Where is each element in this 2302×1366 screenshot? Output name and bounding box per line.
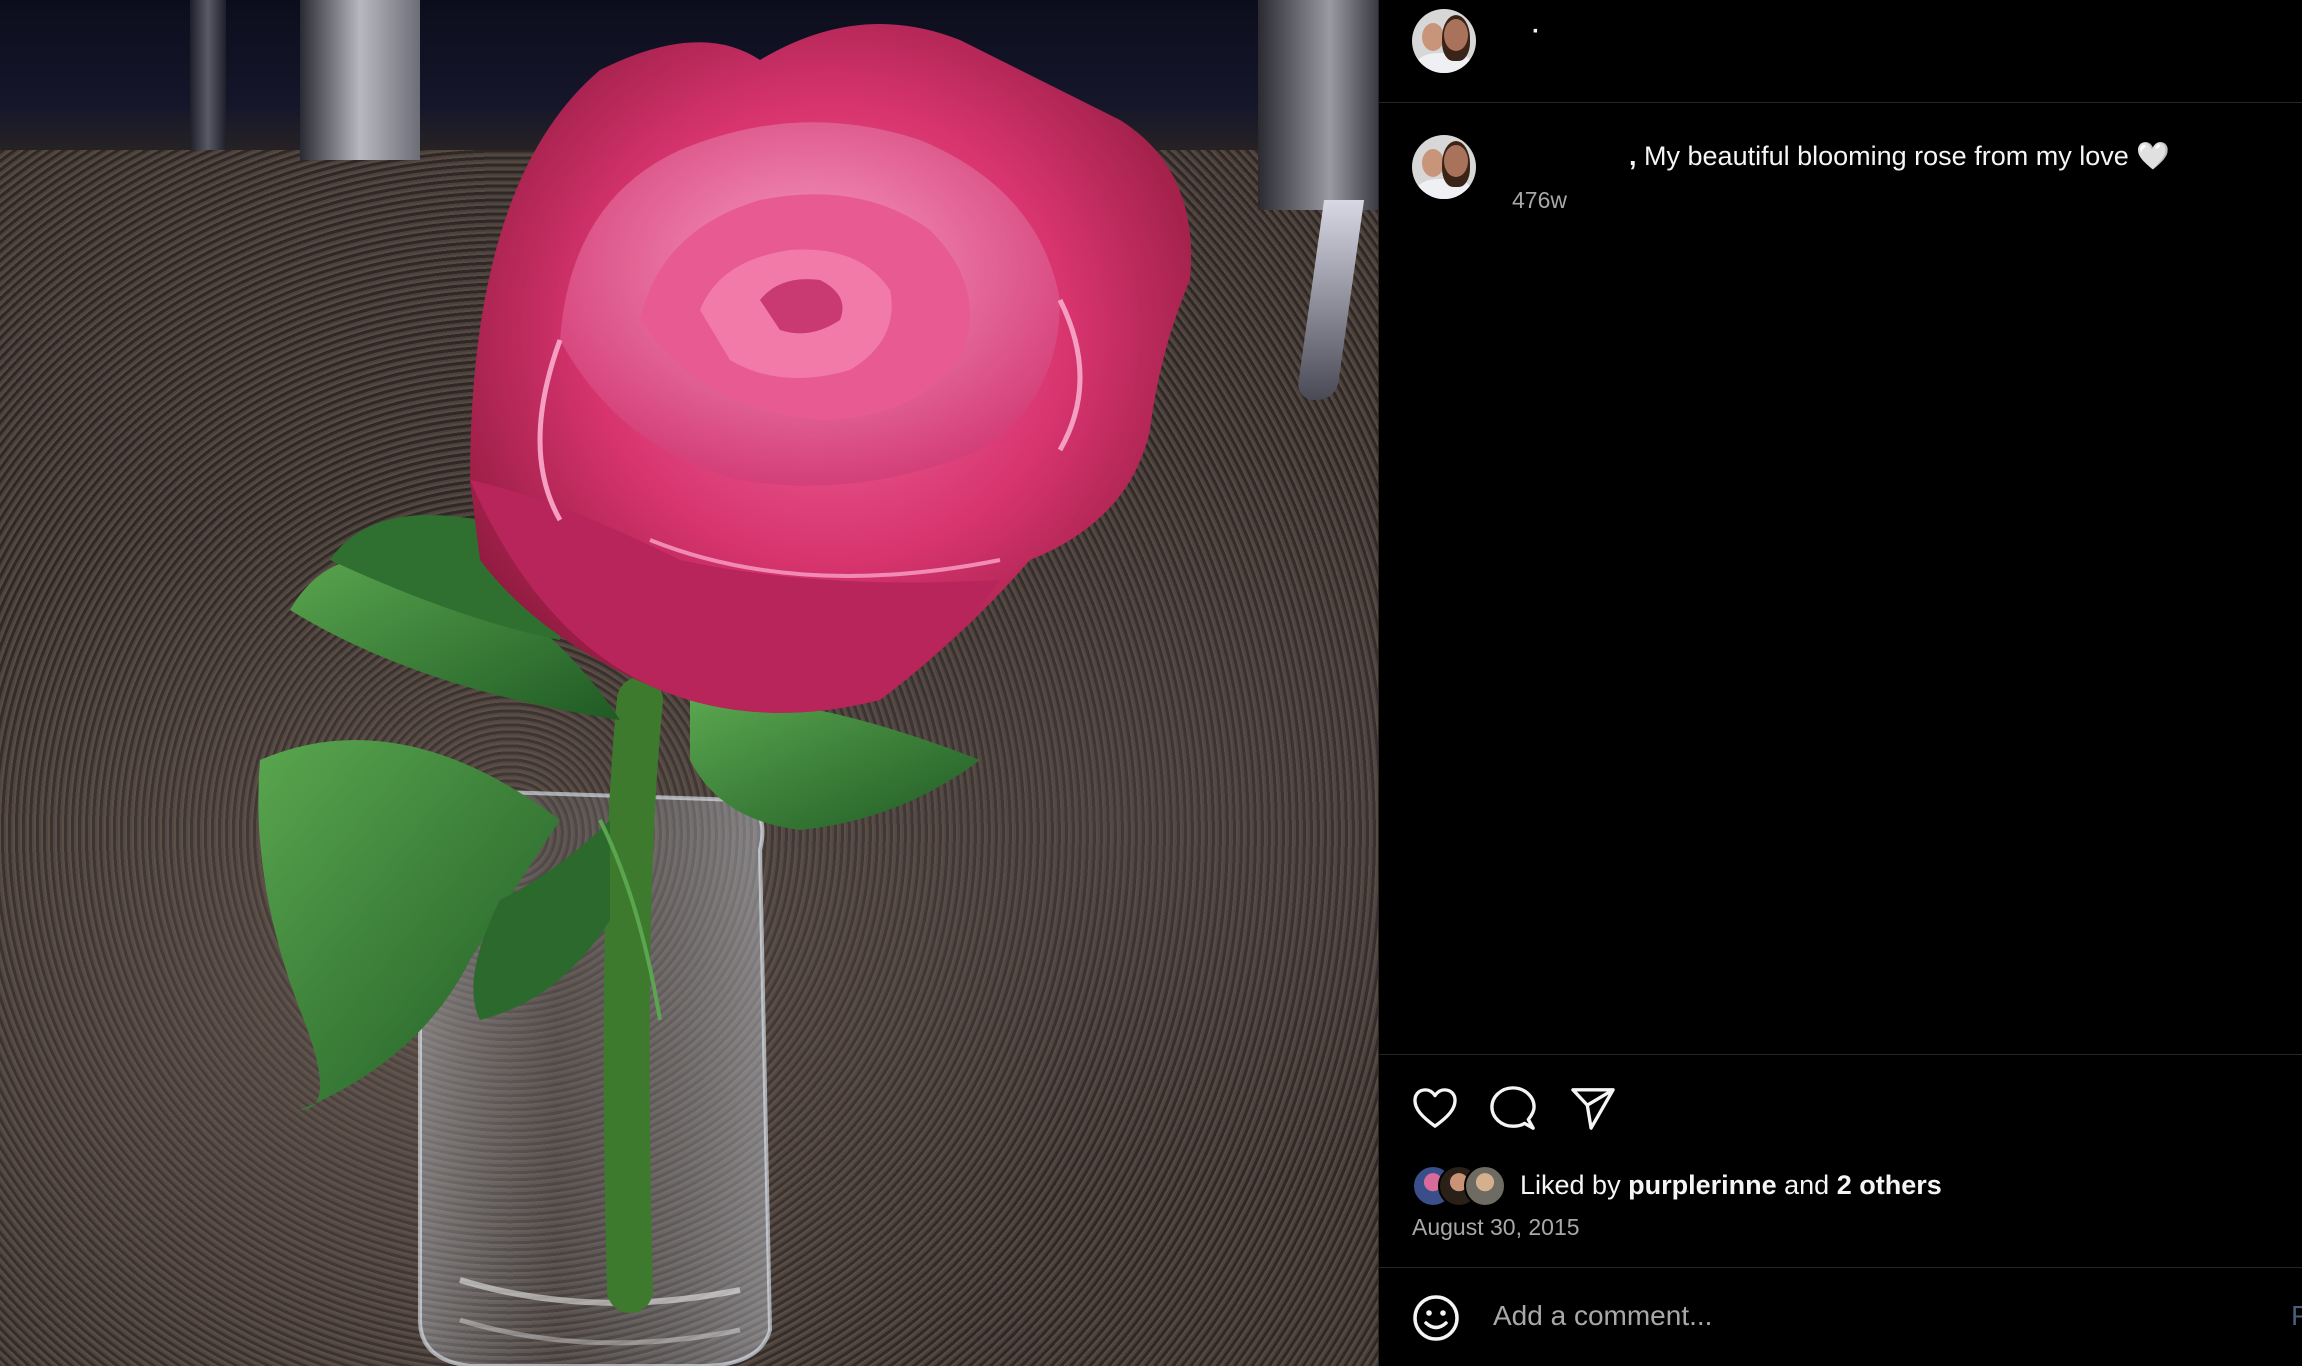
likes-others-link[interactable]: 2 others <box>1837 1170 1942 1200</box>
divider <box>1379 1054 2302 1055</box>
caption-author-avatar[interactable] <box>1412 135 1476 199</box>
caption-username[interactable]: , <box>1629 141 1637 171</box>
caption-body: My beautiful blooming rose from my love … <box>1644 141 2170 171</box>
caption-text: , My beautiful blooming rose from my lov… <box>1629 140 2170 172</box>
comment-bubble-icon <box>1490 1086 1536 1130</box>
paper-plane-icon <box>1571 1088 1615 1130</box>
post-header: · <box>1379 0 2302 103</box>
liker-avatar[interactable] <box>1464 1165 1506 1207</box>
comment-input[interactable] <box>1491 1290 2235 1342</box>
likes-joiner: and <box>1784 1170 1830 1200</box>
rose-stem <box>603 677 663 1313</box>
rose-bloom <box>470 24 1192 713</box>
heart-icon <box>1413 1088 1457 1128</box>
author-username[interactable]: · <box>1532 18 1540 46</box>
comment-button[interactable] <box>1485 1080 1541 1136</box>
smiley-icon[interactable] <box>1412 1294 1460 1342</box>
share-button[interactable] <box>1565 1080 1621 1136</box>
post-photo[interactable] <box>0 0 1378 1366</box>
post-date[interactable]: August 30, 2015 <box>1412 1214 1580 1241</box>
likes-text: Liked by purplerinne and 2 others <box>1520 1170 1942 1201</box>
like-button[interactable] <box>1407 1080 1463 1136</box>
comment-box: P <box>1379 1268 2302 1366</box>
post-comment-button[interactable]: P <box>2291 1300 2302 1332</box>
post-details-panel: · , My beautiful blooming rose from my l… <box>1378 0 2302 1366</box>
author-avatar[interactable] <box>1412 9 1476 73</box>
rose-illustration <box>258 24 1192 1366</box>
liker-username[interactable]: purplerinne <box>1628 1170 1777 1200</box>
likes-prefix: Liked by <box>1520 1170 1621 1200</box>
caption-timestamp[interactable]: 476w <box>1512 187 1567 214</box>
